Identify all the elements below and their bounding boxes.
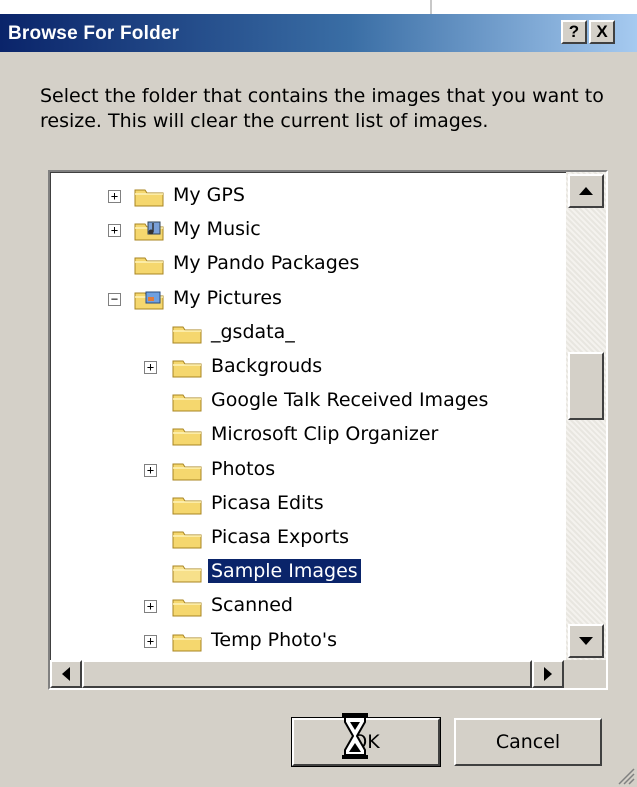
folder-tree[interactable]: + My GPS + My Music My Pando Packages − My Pic… [50, 172, 566, 660]
scroll-down-button[interactable] [568, 624, 604, 658]
scroll-up-button[interactable] [568, 174, 604, 208]
arrow-up-icon [579, 187, 593, 195]
folder-icon [172, 356, 202, 378]
expand-icon[interactable]: + [144, 634, 157, 648]
expand-icon[interactable]: + [108, 190, 121, 203]
folder-icon [172, 424, 202, 446]
expand-icon[interactable]: + [144, 600, 157, 614]
tree-item-label[interactable]: Photos [208, 457, 278, 481]
arrow-right-icon [544, 667, 552, 681]
cancel-button[interactable]: Cancel [454, 718, 602, 766]
pictures-folder-icon [134, 288, 164, 310]
folder-icon [172, 493, 202, 515]
arrow-down-icon [579, 637, 593, 645]
background-strip [0, 0, 637, 14]
folder-icon [172, 527, 202, 549]
resize-grip-icon[interactable] [615, 765, 635, 785]
folder-tree-panel: + My GPS + My Music My Pando Packages − My Pic… [48, 170, 608, 690]
expand-icon[interactable]: + [108, 224, 121, 238]
tree-item-label[interactable]: Microsoft Clip Organizer [208, 422, 441, 446]
hourglass-cursor-icon [342, 713, 368, 759]
arrow-left-icon [62, 667, 70, 681]
tree-item-label[interactable]: My GPS [170, 183, 248, 207]
tree-item-label[interactable]: Temp Photo's [208, 628, 340, 652]
tree-item-label[interactable]: Sample Images [208, 559, 361, 584]
horizontal-scroll-thumb[interactable] [82, 660, 532, 688]
dialog-title: Browse For Folder [8, 23, 180, 44]
open-folder-icon [172, 561, 202, 583]
close-button[interactable]: X [589, 20, 615, 44]
folder-icon [172, 595, 202, 617]
folder-icon [172, 459, 202, 481]
music-folder-icon [134, 219, 164, 241]
instruction-text: Select the folder that contains the imag… [40, 85, 604, 132]
folder-icon [134, 185, 164, 207]
vertical-scrollbar[interactable] [566, 172, 606, 660]
tree-item-label[interactable]: Google Talk Received Images [208, 388, 491, 412]
folder-icon [172, 390, 202, 412]
vertical-scroll-thumb[interactable] [568, 352, 604, 420]
folder-icon [134, 253, 164, 275]
folder-icon [172, 322, 202, 344]
expand-icon[interactable]: + [144, 463, 157, 477]
tree-item-label[interactable]: _gsdata_ [208, 320, 298, 344]
tree-item-label[interactable]: Backgrouds [208, 354, 325, 378]
collapse-icon[interactable]: − [108, 292, 121, 306]
tree-item-label[interactable]: Picasa Edits [208, 491, 327, 515]
scrollbar-corner [566, 660, 606, 688]
expand-icon[interactable]: + [144, 361, 157, 374]
tree-item-label[interactable]: My Music [170, 217, 264, 241]
tree-item-label[interactable]: My Pictures [170, 286, 285, 310]
scroll-left-button[interactable] [50, 660, 82, 688]
tree-item-label[interactable]: Picasa Exports [208, 525, 352, 549]
tree-item-label[interactable]: My Pando Packages [170, 251, 362, 275]
title-bar[interactable]: Browse For Folder ? X [0, 14, 637, 52]
tree-item-label[interactable]: Scanned [208, 593, 296, 617]
divider [430, 0, 432, 14]
scroll-right-button[interactable] [532, 660, 564, 688]
browse-for-folder-dialog: Browse For Folder ? X Select the folder … [0, 0, 637, 787]
help-button[interactable]: ? [561, 20, 587, 44]
folder-icon [172, 630, 202, 652]
horizontal-scrollbar[interactable] [50, 660, 566, 688]
